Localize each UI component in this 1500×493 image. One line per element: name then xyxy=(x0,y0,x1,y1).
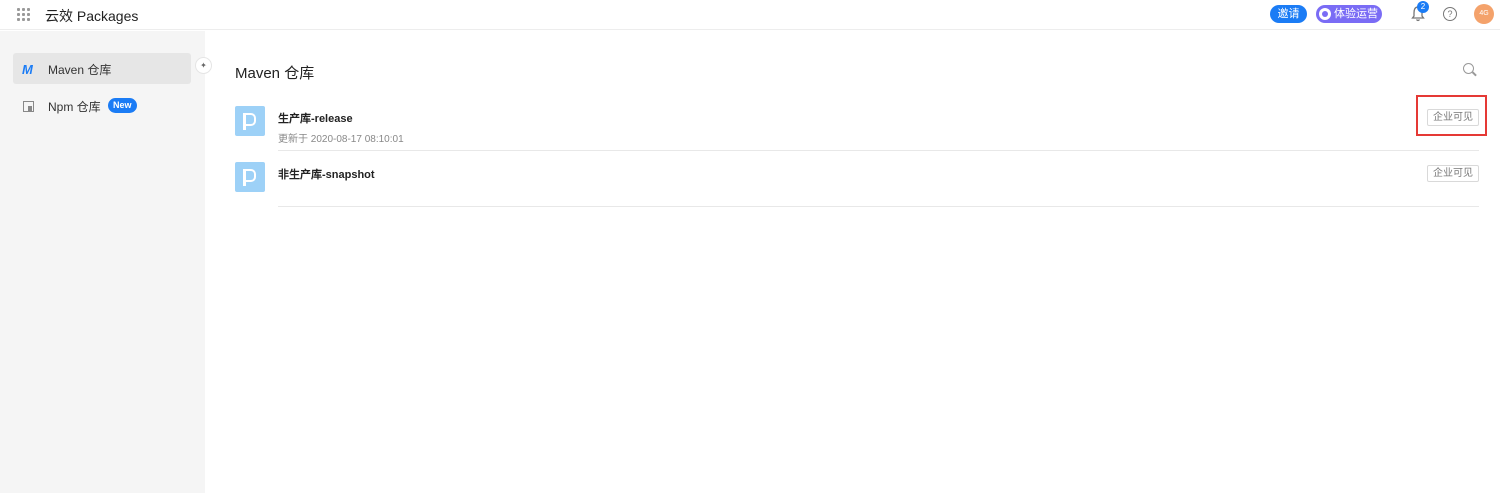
repository-name[interactable]: 非生产库-snapshot xyxy=(278,166,375,182)
pin-sidebar-icon[interactable]: ✦ xyxy=(195,57,212,74)
highlight-box xyxy=(1416,95,1487,136)
apps-grid-icon[interactable] xyxy=(17,8,30,21)
repository-icon xyxy=(235,162,265,192)
repository-row-snapshot[interactable]: 非生产库-snapshot 企业可见 xyxy=(235,162,1479,218)
visibility-tag: 企业可见 xyxy=(1427,165,1479,182)
sidebar-item-npm[interactable]: Npm 仓库 New xyxy=(13,90,191,121)
search-icon[interactable] xyxy=(1463,63,1474,74)
page-title: Maven 仓库 xyxy=(235,65,315,82)
app-title[interactable]: 云效 Packages xyxy=(45,6,138,26)
repository-icon xyxy=(235,106,265,136)
new-badge: New xyxy=(108,98,137,113)
repository-row-release[interactable]: 生产库-release 更新于 2020-08-17 08:10:01 企业可见 xyxy=(235,106,1479,162)
sidebar-item-label: Maven 仓库 xyxy=(48,63,112,77)
invite-button[interactable]: 邀请 xyxy=(1270,5,1307,23)
trial-operation-button[interactable]: 体验运营 xyxy=(1316,5,1382,23)
notification-count-badge: 2 xyxy=(1417,1,1429,13)
repository-updated-time: 更新于 2020-08-17 08:10:01 xyxy=(278,134,404,145)
avatar[interactable]: 4G xyxy=(1474,4,1494,24)
sidebar: M Maven 仓库 Npm 仓库 New xyxy=(0,31,205,493)
npm-icon xyxy=(23,101,34,112)
divider xyxy=(278,206,1479,207)
top-bar: 云效 Packages 邀请 体验运营 2 ? 4G xyxy=(0,0,1500,30)
sidebar-item-maven[interactable]: M Maven 仓库 xyxy=(13,53,191,84)
trial-icon xyxy=(1319,8,1331,20)
sidebar-item-label: Npm 仓库 xyxy=(48,100,101,114)
maven-icon: M xyxy=(22,62,33,77)
repository-name[interactable]: 生产库-release xyxy=(278,110,353,126)
help-icon[interactable]: ? xyxy=(1443,7,1457,21)
trial-label: 体验运营 xyxy=(1334,8,1378,20)
divider xyxy=(278,150,1479,151)
